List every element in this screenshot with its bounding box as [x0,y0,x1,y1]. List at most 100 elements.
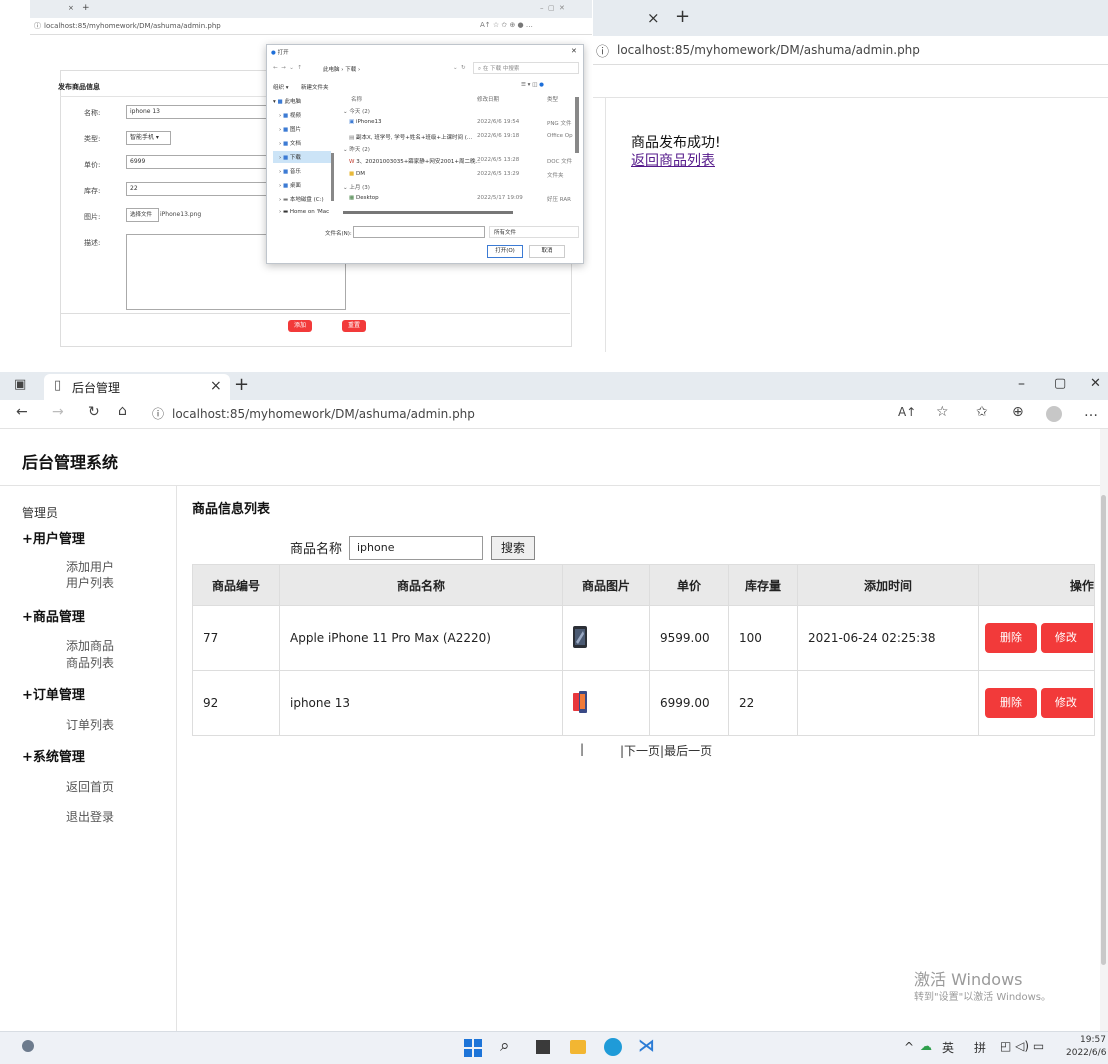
sidebar-heading-users[interactable]: +用户管理 [22,528,85,547]
tab-admin[interactable]: ▯ 后台管理 × [44,374,230,400]
tab-close-icon[interactable]: × [647,9,660,27]
type-select[interactable]: 智能手机 ▾ [126,131,171,145]
name-input[interactable]: iphone 13 [126,105,271,119]
start-icon[interactable] [464,1039,482,1060]
tray-overflow-icon[interactable]: ^ [904,1040,914,1054]
group-yesterday[interactable]: ⌄ 昨天 (2) [343,145,370,153]
new-tab-icon[interactable]: + [82,3,90,13]
search-input[interactable]: iphone [349,536,483,560]
more-icon[interactable]: … [1084,404,1098,420]
ime-lang[interactable]: 英 [942,1039,954,1056]
list-hscrollbar[interactable] [343,211,513,214]
sidebar-heading-system[interactable]: +系统管理 [22,746,85,765]
file-explorer-icon[interactable] [570,1040,586,1054]
dialog-close-icon[interactable]: ✕ [571,47,577,55]
page-scrollbar-thumb[interactable] [1101,495,1106,965]
task-view-icon[interactable] [536,1040,550,1054]
edge-icon[interactable] [604,1038,622,1056]
tree-item[interactable]: › ▬ 本地磁盘 (C:) [279,195,324,203]
filter-select[interactable]: 所有文件 [489,226,579,238]
sidebar-item-add-goods[interactable]: 添加商品 [66,637,114,654]
group-today[interactable]: ⌄ 今天 (2) [343,107,370,115]
dialog-refresh-icon[interactable]: ⌄ ↻ [453,65,466,71]
file-row[interactable]: ▦ Desktop [349,195,379,201]
delete-button[interactable]: 删除 [985,623,1037,653]
edit-button[interactable]: 修改 [1040,688,1093,718]
file-row[interactable]: ▤ 副本X, 班学号, 学号+姓名+班级+上课时间 (... [349,133,472,141]
widgets-icon[interactable] [22,1040,34,1052]
price-input[interactable]: 6999 [126,155,271,169]
dialog-cancel-button[interactable]: 取消 [529,245,565,258]
tree-item[interactable]: › ■ 桌面 [279,181,301,189]
tray-app-icon[interactable]: ☁ [920,1039,932,1053]
collections-icon[interactable]: ⊕ [1012,404,1024,420]
file-row[interactable]: ■ DM [349,171,365,177]
mini-address-bar[interactable]: ⓘ localhost:85/myhomework/DM/ashuma/admi… [30,18,592,35]
dialog-breadcrumb[interactable]: 此电脑 › 下载 › [323,65,360,73]
file-row[interactable]: ▣ iPhone13 [349,119,382,125]
tab-actions-icon[interactable]: ▣ [14,377,26,392]
choose-file-button[interactable]: 选择文件 [126,208,159,222]
minimize-icon[interactable]: – [1018,376,1025,392]
sidebar-item-user-list[interactable]: 用户列表 [66,574,114,591]
edit-button[interactable]: 修改 [1040,623,1093,653]
favorites-list-icon[interactable]: ✩ [976,404,988,420]
tree-item-downloads[interactable]: › ■ 下载 [279,153,301,161]
forward-icon[interactable]: → [52,404,64,420]
col-date[interactable]: 修改日期 [477,95,499,103]
tree-item[interactable]: › ▬ Home on 'Mac [279,209,329,215]
vscode-icon[interactable]: ⋊ [638,1036,655,1056]
maximize-icon[interactable]: ▢ [1054,376,1066,391]
delete-button[interactable]: 删除 [985,688,1037,718]
tree-item[interactable]: › ■ 文档 [279,139,301,147]
group-last-month[interactable]: ⌄ 上月 (3) [343,183,370,191]
dialog-view-icons[interactable]: ☰ ▾ ◫ ● [521,82,544,88]
search-icon[interactable]: ⌕ [500,1036,510,1056]
refresh-icon[interactable]: ↻ [88,404,100,420]
back-to-list-link[interactable]: 返回商品列表 [631,150,715,170]
sidebar-item-order-list[interactable]: 订单列表 [66,716,114,733]
tree-item[interactable]: › ■ 图片 [279,125,301,133]
sidebar-heading-orders[interactable]: +订单管理 [22,684,85,703]
read-aloud-icon[interactable]: A↑ [898,405,916,419]
url-field[interactable]: localhost:85/myhomework/DM/ashuma/admin.… [172,407,475,421]
clock-date[interactable]: 2022/6/6 [1066,1048,1106,1058]
new-tab-icon[interactable]: + [675,6,690,27]
file-row[interactable]: W 3、20201003035+薛家静+网安2001+周二晚... [349,157,481,165]
sidebar-item-add-user[interactable]: 添加用户 [66,558,114,575]
sidebar-item-goods-list[interactable]: 商品列表 [66,654,114,671]
tr-address-bar[interactable]: ⓘ localhost:85/myhomework/DM/ashuma/admi… [593,36,1108,65]
new-tab-icon[interactable]: + [234,374,249,395]
pager-links[interactable]: |下一页|最后一页 [620,742,712,759]
new-folder-button[interactable]: 新建文件夹 [301,83,329,91]
col-type[interactable]: 类型 [547,95,558,103]
tree-item[interactable]: › ■ 音乐 [279,167,301,175]
tab-close-icon[interactable]: × [210,378,222,394]
back-icon[interactable]: ← [16,404,28,420]
filename-input[interactable] [353,226,485,238]
clock-time[interactable]: 19:57 [1080,1035,1106,1045]
stock-input[interactable]: 22 [126,182,271,196]
avatar[interactable] [1046,406,1062,422]
favorite-icon[interactable]: ☆ [936,404,949,420]
sidebar-item-home[interactable]: 返回首页 [66,778,114,795]
add-button[interactable]: 添加 [288,320,312,332]
dialog-open-button[interactable]: 打开(O) [487,245,523,258]
col-name[interactable]: 名称 [351,95,362,103]
network-volume-icons[interactable]: ◰ ◁) ▭ [1000,1039,1044,1053]
search-button[interactable]: 搜索 [491,536,535,560]
organize-button[interactable]: 组织 ▾ [273,83,289,91]
home-icon[interactable]: ⌂ [118,403,127,419]
ime-mode[interactable]: 拼 [974,1039,986,1056]
sidebar-item-logout[interactable]: 退出登录 [66,808,114,825]
close-icon[interactable]: ✕ [1090,376,1101,391]
reset-button[interactable]: 重置 [342,320,366,332]
dialog-nav-arrows[interactable]: ← → ⌄ ↑ [273,65,302,71]
dialog-search-box[interactable]: ⌕ 在 下载 中搜索 [473,62,579,74]
sidebar-heading-goods[interactable]: +商品管理 [22,606,85,625]
tab-close-icon[interactable]: × [68,4,74,12]
window-controls[interactable]: – ▢ ✕ [540,4,565,12]
list-scrollbar[interactable] [575,97,579,153]
sidebar-scrollbar[interactable] [331,153,334,201]
tree-item[interactable]: › ■ 视频 [279,111,301,119]
